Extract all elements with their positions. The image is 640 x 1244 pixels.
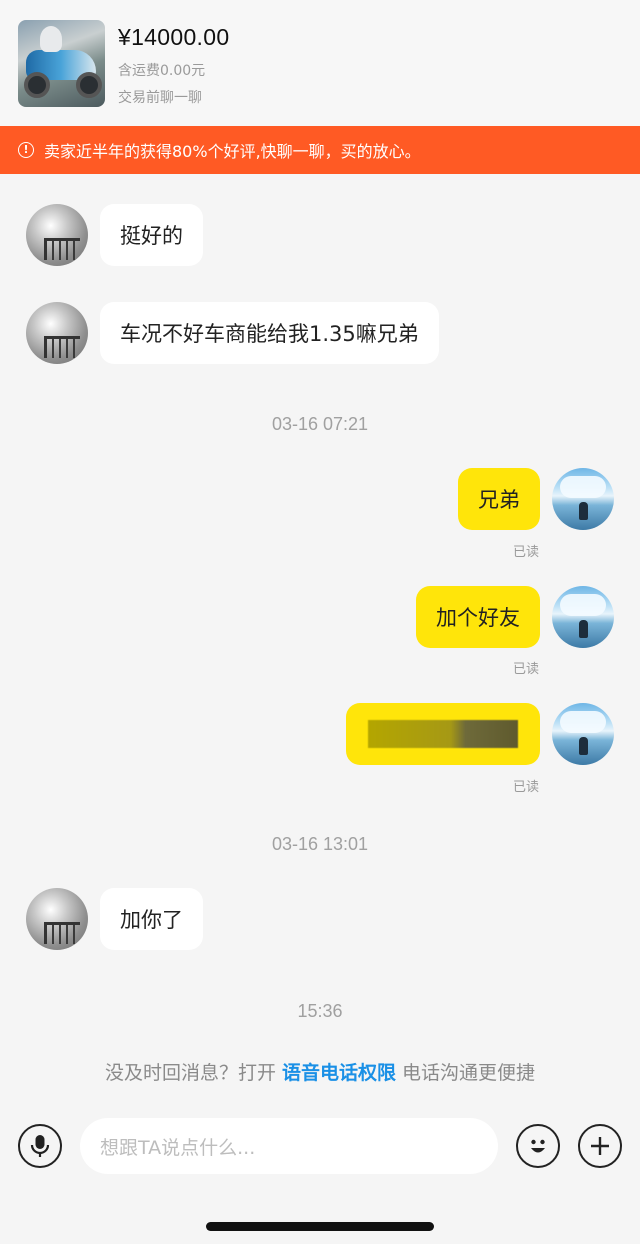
- call-permission-hint: 没及时回消息？打开 语音电话权限 电话沟通更便捷: [0, 1058, 640, 1085]
- avatar-decoration: [560, 711, 606, 733]
- message-timestamp: 03-16 07:21: [271, 414, 369, 434]
- plus-icon[interactable]: [578, 1124, 622, 1168]
- permission-suffix: 电话沟通更便捷: [396, 1062, 536, 1084]
- avatar-decoration: [579, 620, 588, 638]
- pre-chat-hint: 交易前聊一聊: [118, 90, 202, 106]
- chat-input-bar: 想跟TA说点什么...: [0, 1112, 640, 1182]
- message-bubble-incoming[interactable]: 加你了: [100, 888, 203, 950]
- product-thumbnail[interactable]: [18, 20, 105, 107]
- emoji-icon[interactable]: [516, 1124, 560, 1168]
- avatar-decoration: [579, 737, 588, 755]
- my-avatar[interactable]: [552, 468, 614, 530]
- message-bubble-outgoing-redacted[interactable]: [346, 703, 540, 765]
- voice-call-permission-link[interactable]: 语音电话权限: [282, 1062, 396, 1084]
- info-icon: !: [18, 142, 34, 158]
- message-timestamp: 03-16 13:01: [271, 834, 369, 854]
- seller-avatar[interactable]: [26, 204, 88, 266]
- read-status: 已读: [512, 662, 539, 677]
- read-status: 已读: [512, 780, 539, 795]
- rider-shape: [40, 26, 62, 52]
- message-bubble-outgoing[interactable]: 加个好友: [416, 586, 540, 648]
- message-bubble-outgoing[interactable]: 兄弟: [458, 468, 540, 530]
- seller-rating-banner: ! 卖家近半年的获得80%个好评,快聊一聊，买的放心。: [0, 126, 640, 174]
- wheel-shape: [76, 72, 102, 98]
- read-status: 已读: [512, 545, 539, 560]
- avatar-decoration: [560, 594, 606, 616]
- my-avatar[interactable]: [552, 586, 614, 648]
- avatar-decoration: [560, 476, 606, 498]
- avatar-decoration: [44, 336, 80, 358]
- permission-prefix: 没及时回消息？打开: [104, 1062, 282, 1084]
- redacted-content: [368, 720, 518, 748]
- my-avatar[interactable]: [552, 703, 614, 765]
- seller-avatar[interactable]: [26, 888, 88, 950]
- home-indicator[interactable]: [206, 1222, 434, 1231]
- message-bubble-incoming[interactable]: 挺好的: [100, 204, 203, 266]
- message-input[interactable]: 想跟TA说点什么...: [80, 1118, 498, 1174]
- message-bubble-incoming[interactable]: 车况不好车商能给我1.35嘛兄弟: [100, 302, 439, 364]
- seller-avatar[interactable]: [26, 302, 88, 364]
- message-timestamp: 15:36: [297, 1001, 343, 1021]
- avatar-decoration: [579, 502, 588, 520]
- avatar-decoration: [44, 238, 80, 260]
- microphone-icon[interactable]: [18, 1124, 62, 1168]
- avatar-decoration: [44, 922, 80, 944]
- wheel-shape: [24, 72, 50, 98]
- product-header[interactable]: ¥14000.00 含运费0.00元 交易前聊一聊: [0, 0, 640, 126]
- product-price: ¥14000.00: [118, 24, 230, 50]
- banner-text: 卖家近半年的获得80%个好评,快聊一聊，买的放心。: [44, 142, 421, 161]
- shipping-fee: 含运费0.00元: [118, 63, 206, 79]
